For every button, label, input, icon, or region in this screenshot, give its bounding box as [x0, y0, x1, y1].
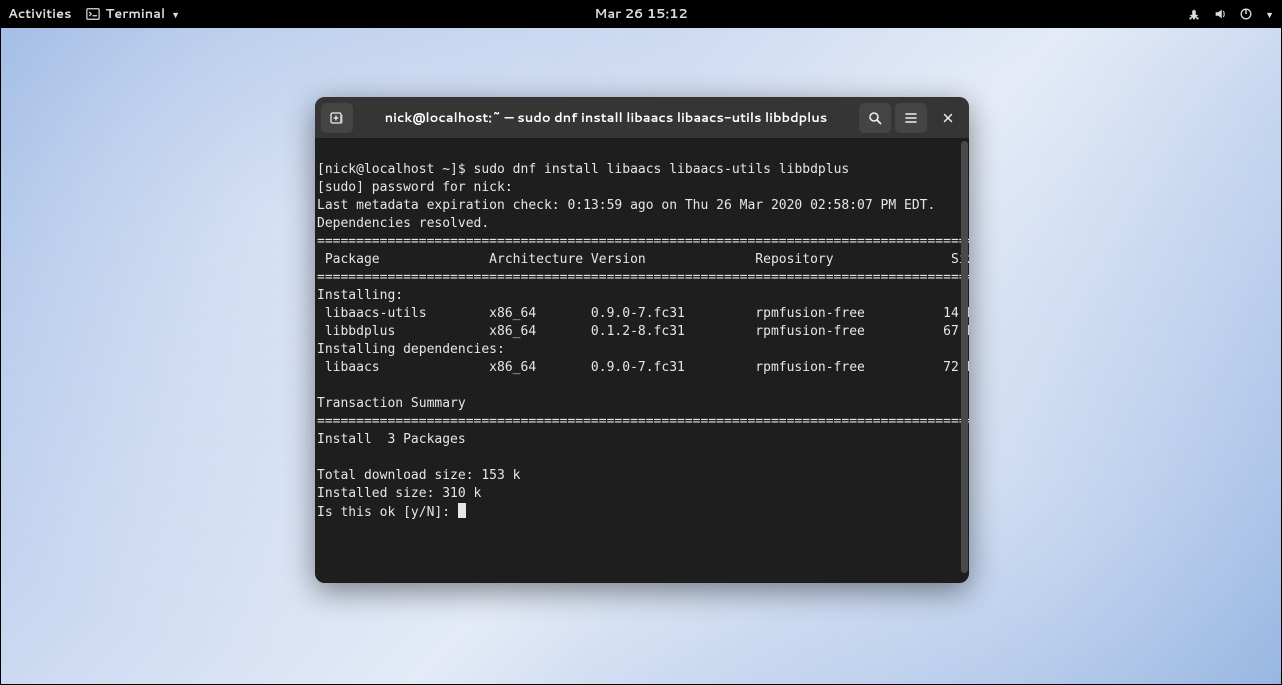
total-download: Total download size: 153 k — [317, 468, 521, 483]
titlebar[interactable]: nick@localhost:~ — sudo dnf install liba… — [315, 97, 969, 139]
table-row: libaacs-utils x86_64 0.9.0-7.fc31 rpmfus… — [317, 306, 969, 321]
volume-icon[interactable] — [1213, 7, 1227, 21]
installing-deps-label: Installing dependencies: — [317, 342, 505, 357]
scrollbar[interactable] — [961, 141, 968, 573]
metadata-line: Last metadata expiration check: 0:13:59 … — [317, 198, 935, 213]
terminal-icon — [86, 7, 100, 21]
installing-label: Installing: — [317, 288, 403, 303]
table-row: libbdplus x86_64 0.1.2-8.fc31 rpmfusion-… — [317, 324, 969, 339]
new-tab-button[interactable] — [321, 103, 353, 133]
search-button[interactable] — [859, 103, 891, 133]
new-tab-icon — [329, 110, 345, 126]
prompt: [nick@localhost ~]$ — [317, 162, 474, 177]
terminal-window: nick@localhost:~ — sudo dnf install liba… — [315, 97, 969, 583]
install-count: Install 3 Packages — [317, 432, 466, 447]
transaction-summary: Transaction Summary — [317, 396, 466, 411]
separator: ========================================… — [317, 270, 969, 285]
network-icon[interactable] — [1187, 7, 1201, 21]
app-menu[interactable]: Terminal ▼ — [86, 5, 180, 23]
menu-button[interactable] — [895, 103, 927, 133]
blank-line — [317, 378, 325, 393]
terminal-output[interactable]: [nick@localhost ~]$ sudo dnf install lib… — [315, 139, 969, 583]
blank-line — [317, 450, 325, 465]
desktop: nick@localhost:~ — sudo dnf install liba… — [0, 28, 1282, 685]
close-icon — [941, 111, 955, 125]
close-button[interactable] — [933, 103, 963, 133]
command: sudo dnf install libaacs libaacs-utils l… — [474, 162, 850, 177]
gnome-topbar: Activities Terminal ▼ Mar 26 15:12 ▼ — [0, 0, 1282, 28]
confirm-prompt: Is this ok [y/N]: — [317, 505, 458, 520]
app-menu-label: Terminal — [106, 5, 166, 23]
table-header: Package Architecture Version Repository … — [317, 252, 969, 267]
sudo-prompt: [sudo] password for nick: — [317, 180, 521, 195]
deps-resolved: Dependencies resolved. — [317, 216, 489, 231]
separator: ========================================… — [317, 234, 969, 249]
system-menu-caret-icon[interactable]: ▼ — [1265, 8, 1274, 21]
clock[interactable]: Mar 26 15:12 — [594, 5, 687, 23]
activities-button[interactable]: Activities — [8, 5, 72, 23]
search-icon — [867, 110, 883, 126]
window-title: nick@localhost:~ — sudo dnf install liba… — [357, 109, 855, 127]
separator: ========================================… — [317, 414, 969, 429]
installed-size: Installed size: 310 k — [317, 486, 481, 501]
cursor — [458, 503, 466, 518]
chevron-down-icon: ▼ — [171, 8, 180, 21]
power-icon[interactable] — [1239, 7, 1253, 21]
hamburger-icon — [903, 110, 919, 126]
table-row: libaacs x86_64 0.9.0-7.fc31 rpmfusion-fr… — [317, 360, 969, 375]
